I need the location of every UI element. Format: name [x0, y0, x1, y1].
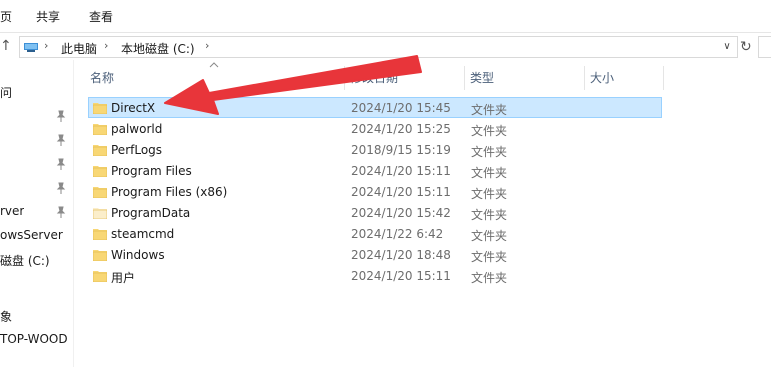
tab-share[interactable]: 共享	[36, 8, 60, 25]
breadcrumb-separator[interactable]: ›	[104, 39, 108, 52]
file-row[interactable]: ProgramData 2024/1/20 15:42 文件夹	[88, 202, 662, 223]
file-modified-date: 2024/1/20 15:11	[351, 185, 451, 199]
folder-icon	[93, 166, 107, 177]
file-modified-date: 2018/9/15 15:19	[351, 143, 451, 157]
file-name: ProgramData	[111, 206, 191, 220]
column-divider[interactable]	[344, 66, 345, 90]
file-row[interactable]: Program Files 2024/1/20 15:11 文件夹	[88, 160, 662, 181]
chevron-down-icon[interactable]: ∨	[720, 39, 734, 55]
folder-icon	[93, 124, 107, 135]
file-modified-date: 2024/1/20 15:45	[351, 101, 451, 115]
breadcrumb-separator[interactable]: ›	[44, 39, 48, 52]
nav-item-network-pc[interactable]: TOP-WOOD	[0, 332, 68, 352]
file-row[interactable]: Program Files (x86) 2024/1/20 15:11 文件夹	[88, 181, 662, 202]
file-name: 用户	[111, 271, 136, 285]
pin-icon[interactable]	[56, 182, 66, 194]
navigation-pane: 问 rver owsServer 磁盘 (C:) 象 TOP-WOOD	[0, 60, 74, 367]
this-pc-icon	[24, 43, 38, 52]
ribbon-tabs: 页 共享 查看	[0, 0, 771, 33]
address-row: ↑ › 此电脑 › 本地磁盘 (C:) › ∨ ↻	[0, 33, 771, 60]
breadcrumb-separator[interactable]: ›	[205, 39, 209, 52]
nav-item-local-disk[interactable]: 磁盘 (C:)	[0, 252, 50, 272]
file-type: 文件夹	[471, 271, 508, 285]
folder-icon	[93, 145, 107, 156]
column-headers: 名称 修改日期 类型 大小	[84, 66, 664, 90]
file-modified-date: 2024/1/20 15:11	[351, 269, 451, 283]
file-modified-date: 2024/1/20 18:48	[351, 248, 451, 262]
file-type: 文件夹	[471, 250, 508, 264]
file-name: Program Files	[111, 164, 192, 178]
nav-item[interactable]: 问	[0, 84, 12, 104]
pin-icon[interactable]	[56, 110, 66, 122]
tab-view[interactable]: 查看	[89, 8, 113, 25]
pane-divider[interactable]	[73, 60, 74, 367]
up-arrow-icon[interactable]: ↑	[0, 36, 14, 56]
column-header-type[interactable]: 类型	[470, 66, 494, 90]
file-type: 文件夹	[471, 166, 508, 180]
pin-icon[interactable]	[56, 134, 66, 146]
nav-item[interactable]: 象	[0, 308, 12, 328]
file-name: palworld	[111, 122, 163, 136]
file-row[interactable]: palworld 2024/1/20 15:25 文件夹	[88, 118, 662, 139]
column-header-name[interactable]: 名称	[90, 66, 114, 90]
search-input[interactable]	[758, 36, 771, 58]
file-modified-date: 2024/1/20 15:42	[351, 206, 451, 220]
address-bar[interactable]: › 此电脑 › 本地磁盘 (C:) › ∨	[19, 36, 738, 58]
column-divider[interactable]	[663, 66, 664, 90]
file-row[interactable]: 用户 2024/1/20 15:11 文件夹	[88, 265, 662, 286]
file-type: 文件夹	[471, 208, 508, 222]
file-modified-date: 2024/1/22 6:42	[351, 227, 444, 241]
file-modified-date: 2024/1/20 15:25	[351, 122, 451, 136]
file-type: 文件夹	[471, 103, 508, 117]
folder-icon	[93, 250, 107, 261]
folder-icon	[93, 187, 107, 198]
column-divider[interactable]	[584, 66, 585, 90]
file-name: Windows	[111, 248, 165, 262]
file-row[interactable]: Windows 2024/1/20 18:48 文件夹	[88, 244, 662, 265]
nav-item[interactable]: rver	[0, 204, 24, 224]
file-row[interactable]: DirectX 2024/1/20 15:45 文件夹	[88, 97, 662, 118]
refresh-icon[interactable]: ↻	[740, 36, 756, 58]
breadcrumb-local-disk[interactable]: 本地磁盘 (C:)	[121, 40, 195, 57]
column-header-modified[interactable]: 修改日期	[350, 66, 398, 90]
file-name: steamcmd	[111, 227, 175, 241]
file-name: DirectX	[111, 101, 156, 115]
folder-icon	[93, 271, 107, 282]
tab-file-partial[interactable]: 页	[0, 8, 12, 25]
folder-icon	[93, 229, 107, 240]
file-type: 文件夹	[471, 145, 508, 159]
breadcrumb-this-pc[interactable]: 此电脑	[61, 40, 97, 57]
file-row[interactable]: PerfLogs 2018/9/15 15:19 文件夹	[88, 139, 662, 160]
column-divider[interactable]	[464, 66, 465, 90]
folder-icon	[93, 208, 107, 219]
column-header-size[interactable]: 大小	[590, 66, 614, 90]
file-modified-date: 2024/1/20 15:11	[351, 164, 451, 178]
folder-icon	[93, 103, 107, 114]
file-row[interactable]: steamcmd 2024/1/22 6:42 文件夹	[88, 223, 662, 244]
file-name: PerfLogs	[111, 143, 163, 157]
file-name: Program Files (x86)	[111, 185, 228, 199]
file-type: 文件夹	[471, 124, 508, 138]
nav-item[interactable]: owsServer	[0, 228, 63, 248]
pin-icon[interactable]	[56, 206, 66, 218]
pin-icon[interactable]	[56, 158, 66, 170]
file-type: 文件夹	[471, 187, 508, 201]
file-type: 文件夹	[471, 229, 508, 243]
